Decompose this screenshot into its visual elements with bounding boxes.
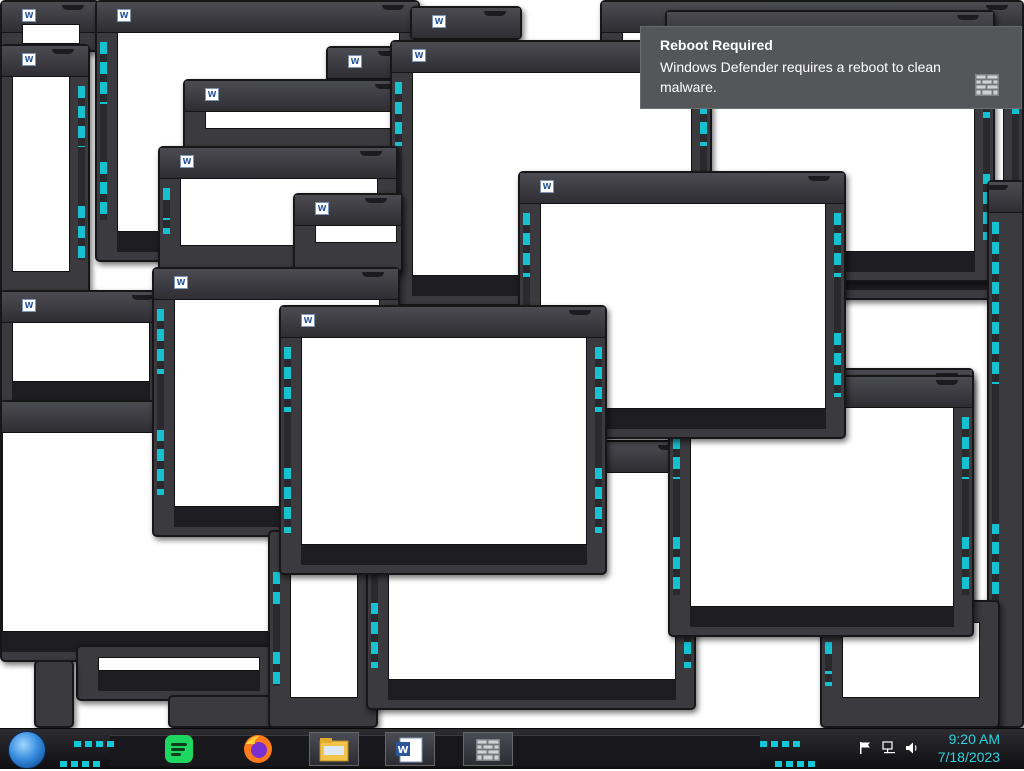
taskbar: W 9:20 AM 7/18/2023 <box>0 728 1024 769</box>
taskbar-defender[interactable] <box>463 732 513 766</box>
word-document-icon <box>348 55 362 68</box>
taskbar-accent-right <box>760 741 800 747</box>
spotify-icon <box>165 735 193 763</box>
clock-date: 7/18/2023 <box>937 749 1000 765</box>
notification-message: Windows Defender requires a reboot to cl… <box>660 59 941 95</box>
word-document-icon <box>205 88 219 101</box>
taskbar-firefox[interactable] <box>233 732 283 766</box>
defender-wall-icon <box>476 739 500 761</box>
action-center-flag-icon[interactable] <box>858 741 872 755</box>
word-document-icon <box>117 9 131 22</box>
reboot-notification[interactable]: Reboot Required Windows Defender require… <box>640 26 1022 109</box>
word-window[interactable] <box>0 290 170 412</box>
taskbar-accent-left <box>74 741 118 747</box>
clock-time: 9:20 AM <box>948 731 1000 747</box>
word-document-icon <box>315 202 329 215</box>
firefox-icon <box>244 735 272 763</box>
word-document-icon <box>432 15 446 28</box>
word-window[interactable] <box>168 695 278 728</box>
word-window[interactable] <box>34 660 74 728</box>
word-icon: W <box>396 737 423 763</box>
volume-icon[interactable] <box>905 741 919 755</box>
word-document-icon <box>22 53 36 66</box>
svg-text:W: W <box>397 745 408 756</box>
word-document-icon <box>22 9 36 22</box>
taskbar-clock[interactable]: 9:20 AM 7/18/2023 <box>938 730 1000 766</box>
word-document-icon <box>180 155 194 168</box>
word-document-icon <box>22 299 36 312</box>
word-document-icon <box>174 276 188 289</box>
start-button[interactable] <box>8 731 46 769</box>
word-window[interactable] <box>410 6 522 40</box>
word-window[interactable] <box>279 305 607 575</box>
taskbar-accent-bottom-right <box>775 761 815 767</box>
file-explorer-icon <box>319 738 349 762</box>
taskbar-file-explorer[interactable] <box>309 732 359 766</box>
taskbar-spotify[interactable] <box>154 732 204 766</box>
notification-title: Reboot Required <box>660 37 773 53</box>
word-window[interactable] <box>293 193 403 273</box>
desktop <box>0 0 1024 728</box>
taskbar-accent-bottom-left <box>60 761 100 767</box>
taskbar-word[interactable]: W <box>385 732 435 766</box>
word-window[interactable] <box>76 645 280 701</box>
word-document-icon <box>412 49 426 62</box>
network-icon[interactable] <box>882 741 896 755</box>
word-document-icon <box>540 180 554 193</box>
defender-wall-icon <box>975 74 999 96</box>
taskbar-rail <box>110 735 760 766</box>
word-document-icon <box>301 314 315 327</box>
word-window[interactable] <box>0 44 90 302</box>
